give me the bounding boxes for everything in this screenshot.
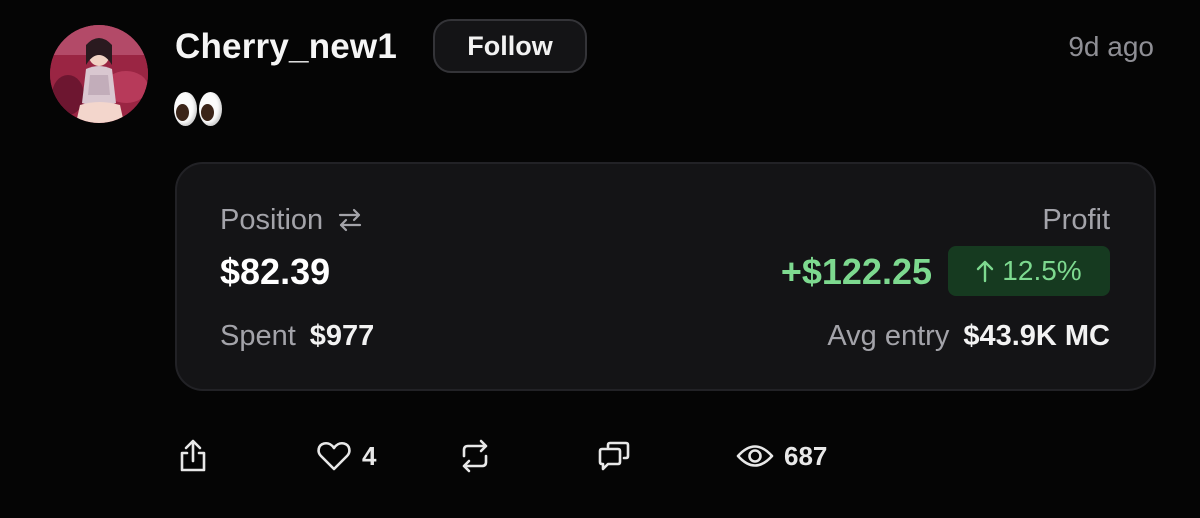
- post-timestamp: 9d ago: [1068, 31, 1154, 62]
- view-count: 687: [784, 440, 828, 471]
- profit-value: +$122.25: [780, 251, 932, 292]
- share-button[interactable]: [176, 437, 210, 475]
- position-header: Position: [220, 202, 363, 238]
- spent-label: Spent: [220, 320, 296, 352]
- position-label: Position: [220, 204, 324, 236]
- share-icon: [180, 439, 206, 472]
- profit-percent: 12.5%: [1002, 255, 1082, 286]
- eyes-emoji-icon: [174, 92, 197, 126]
- like-button[interactable]: 4: [316, 437, 376, 475]
- profit-percent-badge: 12.5%: [948, 246, 1110, 296]
- profit-label: Profit: [1042, 204, 1110, 236]
- avatar[interactable]: [50, 25, 148, 123]
- username[interactable]: Cherry_new1: [175, 25, 397, 69]
- swap-arrows-icon[interactable]: [337, 207, 363, 233]
- comment-button[interactable]: [596, 437, 632, 475]
- arrow-up-icon: [977, 260, 994, 283]
- follow-button[interactable]: Follow: [433, 19, 587, 73]
- spent-row: Spent $977: [220, 320, 374, 353]
- avg-entry-value: $43.9K MC: [963, 320, 1110, 352]
- avatar-image: [50, 25, 148, 123]
- avg-entry-row: Avg entry $43.9K MC: [827, 320, 1110, 353]
- repost-button[interactable]: [458, 437, 492, 475]
- repost-icon: [462, 439, 488, 473]
- spent-value: $977: [309, 320, 375, 352]
- heart-icon: [317, 441, 351, 471]
- like-count: 4: [362, 440, 377, 471]
- post-content: 👀: [174, 92, 222, 132]
- post-content-text: 👀: [174, 92, 175, 93]
- avg-entry-label: Avg entry: [827, 320, 950, 352]
- eyes-emoji-icon: [199, 92, 222, 126]
- eye-icon: [736, 445, 774, 467]
- position-value: $82.39: [220, 251, 331, 292]
- views-counter[interactable]: 687: [736, 437, 827, 475]
- comment-icon: [598, 441, 630, 471]
- position-card[interactable]: Position Profit $82.39 +$122.25 12.5% Sp…: [175, 162, 1156, 391]
